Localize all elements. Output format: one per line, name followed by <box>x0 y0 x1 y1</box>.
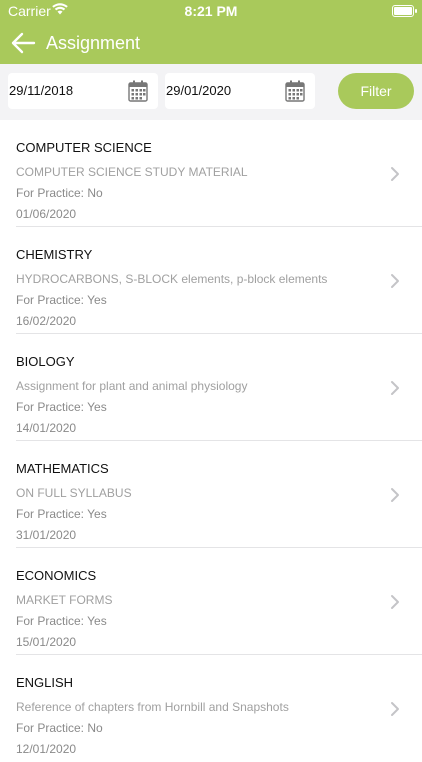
assignment-item[interactable]: BIOLOGY Assignment for plant and animal … <box>0 334 422 441</box>
assignment-date: 16/02/2020 <box>16 314 77 328</box>
assignment-list: COMPUTER SCIENCE COMPUTER SCIENCE STUDY … <box>0 120 422 762</box>
assignment-description: COMPUTER SCIENCE STUDY MATERIAL <box>16 165 248 179</box>
assignment-subject: ECONOMICS <box>16 568 97 583</box>
assignment-description: MARKET FORMS <box>16 593 113 607</box>
assignment-practice: For Practice: No <box>16 721 103 735</box>
status-time: 8:21 PM <box>184 3 238 19</box>
assignment-date: 31/01/2020 <box>16 528 77 542</box>
chevron-right-icon <box>391 488 399 502</box>
chevron-right-icon <box>391 167 399 181</box>
chevron-right-icon <box>391 274 399 288</box>
assignment-subject: MATHEMATICS <box>16 461 109 476</box>
assignment-date: 12/01/2020 <box>16 742 77 756</box>
assignment-subject: CHEMISTRY <box>16 247 93 262</box>
assignment-item[interactable]: CHEMISTRY HYDROCARBONS, S-BLOCK elements… <box>0 227 422 334</box>
to-date-value: 29/01/2020 <box>166 83 232 98</box>
assignment-practice: For Practice: Yes <box>16 614 107 628</box>
calendar-icon[interactable] <box>128 80 148 102</box>
assignment-description: ON FULL SYLLABUS <box>16 486 132 500</box>
assignment-item[interactable]: ENGLISH Reference of chapters from Hornb… <box>0 655 422 762</box>
assignment-date: 14/01/2020 <box>16 421 77 435</box>
filter-button[interactable]: Filter <box>338 73 414 109</box>
assignment-practice: For Practice: Yes <box>16 400 107 414</box>
assignment-practice: For Practice: Yes <box>16 293 107 307</box>
page-title: Assignment <box>46 33 141 53</box>
from-date-value: 29/11/2018 <box>9 83 74 98</box>
chevron-right-icon <box>391 702 399 716</box>
chevron-right-icon <box>391 381 399 395</box>
chevron-right-icon <box>391 595 399 609</box>
battery-icon <box>392 5 417 17</box>
assignment-subject: BIOLOGY <box>16 354 75 369</box>
assignment-item[interactable]: COMPUTER SCIENCE COMPUTER SCIENCE STUDY … <box>0 120 422 227</box>
assignment-description: Reference of chapters from Hornbill and … <box>16 700 289 714</box>
assignment-description: Assignment for plant and animal physiolo… <box>16 379 248 393</box>
calendar-icon[interactable] <box>285 80 305 102</box>
assignment-date: 15/01/2020 <box>16 635 77 649</box>
assignment-practice: For Practice: No <box>16 186 103 200</box>
assignment-date: 01/06/2020 <box>16 207 77 221</box>
assignment-subject: ENGLISH <box>16 675 74 690</box>
assignment-practice: For Practice: Yes <box>16 507 107 521</box>
assignment-subject: COMPUTER SCIENCE <box>16 140 152 155</box>
status-bar: Carrier 8:21 PM <box>0 0 422 22</box>
assignment-description: HYDROCARBONS, S-BLOCK elements, p-block … <box>16 272 328 286</box>
assignment-item[interactable]: ECONOMICS MARKET FORMS For Practice: Yes… <box>0 548 422 655</box>
filter-bar: 29/11/2018 29/01/2020 Filter <box>0 64 422 120</box>
from-date-field[interactable]: 29/11/2018 <box>8 73 158 109</box>
to-date-field[interactable]: 29/01/2020 <box>165 73 315 109</box>
assignment-item[interactable]: MATHEMATICS ON FULL SYLLABUS For Practic… <box>0 441 422 548</box>
arrow-left-icon[interactable] <box>10 30 36 56</box>
nav-bar: Assignment <box>0 22 422 64</box>
